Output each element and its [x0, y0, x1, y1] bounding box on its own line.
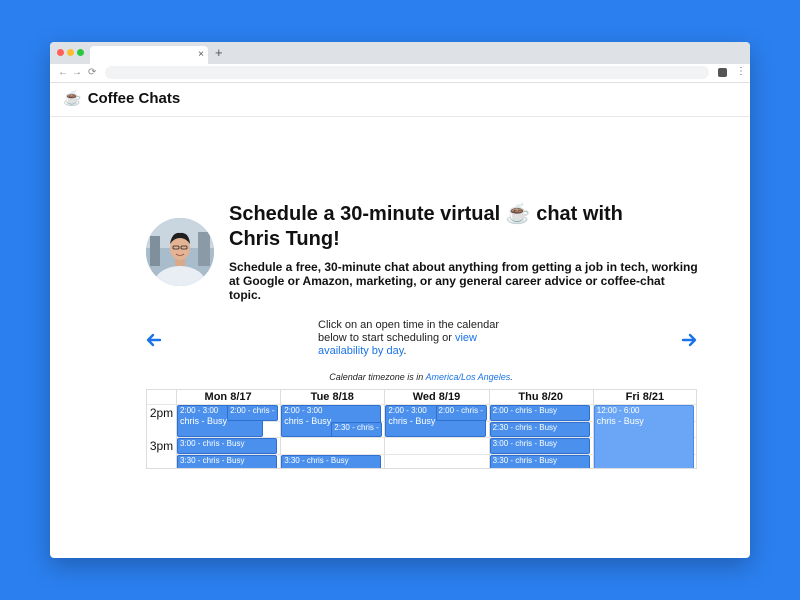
page-title: Schedule a 30-minute virtual ☕ chat with…	[229, 202, 679, 252]
busy-event[interactable]: 3:30 - chris - Busy	[489, 454, 590, 468]
event-time: 2:00 - chris - Busy	[492, 406, 558, 415]
busy-event[interactable]: 3:30 - chris - Busy	[281, 454, 382, 468]
event-title: chris - Busy	[596, 416, 644, 426]
event-time: 2:30 - chris -	[334, 422, 379, 432]
next-week-arrow-icon[interactable]	[681, 332, 697, 348]
browser-tab[interactable]: ×	[90, 46, 208, 64]
day-header: Fri 8/21	[625, 391, 665, 403]
maximize-window-button[interactable]	[77, 49, 84, 56]
event-time: 12:00 - 6:00	[596, 406, 640, 415]
close-window-button[interactable]	[57, 49, 64, 56]
hour-label: 3pm	[149, 439, 174, 453]
browser-menu-icon[interactable]: ⋮	[736, 65, 746, 79]
title-text-1: Schedule a 30-minute virtual	[229, 203, 506, 225]
back-icon[interactable]: ←	[58, 66, 68, 80]
avatar	[146, 218, 214, 286]
day-header: Mon 8/17	[204, 391, 252, 403]
site-title: Coffee Chats	[87, 90, 181, 107]
browser-window: × + ← → ⟳ ⋮ ☕ Coffee Chats Schedule a 30…	[50, 42, 750, 558]
reload-icon[interactable]: ⟳	[88, 66, 96, 80]
event-time: 3:30 - chris - Busy	[284, 455, 349, 465]
address-bar[interactable]	[105, 66, 709, 79]
site-header: ☕ Coffee Chats	[50, 83, 750, 117]
person-photo-icon	[146, 218, 214, 286]
close-tab-icon[interactable]: ×	[198, 48, 204, 62]
site-brand[interactable]: ☕ Coffee Chats	[63, 89, 180, 109]
timezone-prefix: Calendar timezone is in	[329, 372, 426, 382]
busy-event[interactable]: 3:00 - chris - Busy	[489, 438, 590, 454]
instructions-end: .	[403, 345, 407, 357]
timezone-link[interactable]: America/Los Angeles	[425, 372, 510, 382]
busy-event[interactable]: 3:00 - chris - Busy	[177, 438, 278, 454]
event-time: 3:30 - chris - Busy	[180, 455, 245, 465]
busy-event[interactable]: 2:00 - chris -	[435, 405, 487, 421]
profile-icon[interactable]	[718, 68, 727, 77]
busy-event[interactable]: 12:00 - 6:00 chris - Busy	[593, 405, 694, 468]
timezone-note: Calendar timezone is in America/Los Ange…	[146, 371, 696, 383]
event-time: 2:30 - chris - Busy	[492, 422, 558, 432]
event-time: 2:00 - 3:00	[284, 406, 323, 415]
page-subtitle: Schedule a free, 30-minute chat about an…	[229, 260, 698, 302]
week-calendar[interactable]: 2pm 3pm Mon 8/17 Tue 8/18 Wed 8/19 Thu 8/20 Fr…	[146, 389, 697, 469]
event-time: 3:00 - chris - Busy	[492, 439, 558, 448]
browser-toolbar: ← → ⟳ ⋮	[50, 64, 750, 83]
day-header: Wed 8/19	[412, 391, 461, 403]
event-time: 2:00 - chris -	[230, 406, 275, 415]
busy-event[interactable]: 2:00 - chris - Busy	[489, 405, 590, 421]
timezone-suffix: .	[510, 372, 513, 382]
event-time: 3:00 - chris - Busy	[180, 439, 245, 448]
busy-event[interactable]: 2:00 - chris -	[227, 405, 279, 421]
tab-bar: × +	[50, 42, 750, 64]
day-header: Thu 8/20	[518, 391, 563, 403]
forward-icon[interactable]: →	[72, 66, 82, 80]
coffee-emoji-icon: ☕	[505, 203, 531, 225]
busy-event[interactable]: 2:30 - chris - Busy	[489, 421, 590, 437]
event-time: 3:30 - chris - Busy	[492, 455, 558, 465]
day-header: Tue 8/18	[310, 391, 354, 403]
busy-event[interactable]: 3:30 - chris - Busy	[177, 454, 278, 468]
hour-label: 2pm	[149, 406, 174, 420]
new-tab-button[interactable]: +	[215, 45, 223, 61]
event-time: 2:00 - chris -	[438, 406, 483, 415]
busy-event[interactable]: 2:30 - chris -	[331, 421, 383, 437]
coffee-icon: ☕	[63, 90, 82, 107]
previous-week-arrow-icon[interactable]	[146, 332, 162, 348]
minimize-window-button[interactable]	[67, 49, 74, 56]
scheduling-instructions: Click on an open time in the calendar be…	[318, 319, 518, 358]
